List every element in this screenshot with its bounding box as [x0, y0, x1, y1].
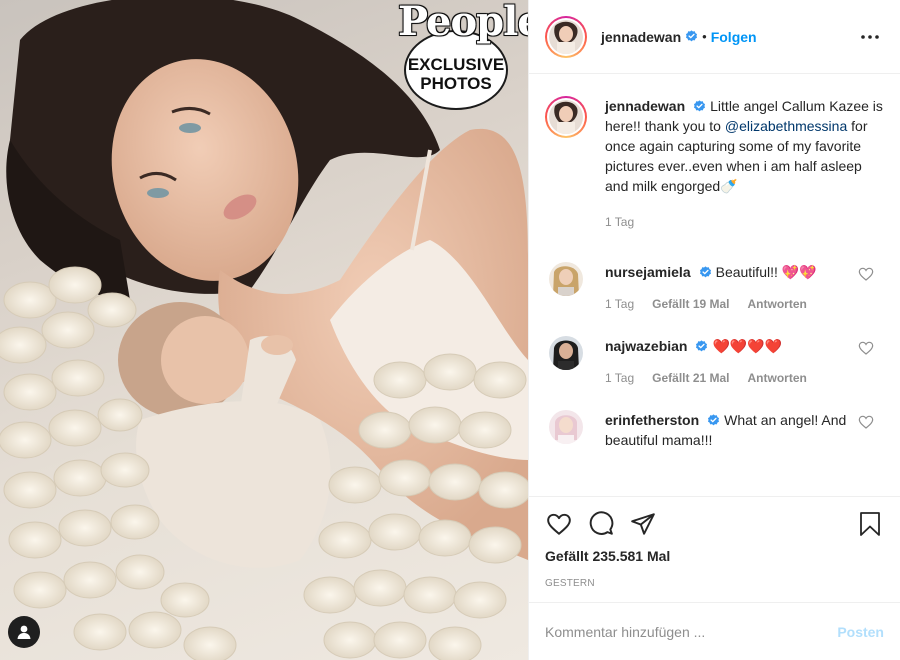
post-actions: Gefällt 235.581 Mal GESTERN — [529, 496, 900, 602]
verified-badge-icon — [686, 30, 698, 42]
reply-button[interactable]: Antworten — [748, 368, 807, 388]
more-options-icon — [861, 34, 879, 39]
comment-username[interactable]: erinfetherston — [605, 412, 699, 428]
comment-body: najwazebian ❤️❤️❤️❤️ 1 Tag Gefällt 21 Ma… — [605, 336, 884, 388]
caption-author-avatar[interactable] — [545, 96, 587, 138]
like-button[interactable] — [545, 510, 573, 538]
header-username[interactable]: jennadewan — [601, 29, 681, 45]
user-tag-icon — [17, 625, 31, 639]
commenter-avatar[interactable] — [549, 336, 583, 370]
people-logo: People — [398, 0, 528, 45]
post-timestamp[interactable]: GESTERN — [545, 578, 884, 589]
reply-button[interactable]: Antworten — [748, 294, 807, 314]
comment-likes[interactable]: Gefällt 21 Mal — [652, 368, 729, 388]
comment-item: najwazebian ❤️❤️❤️❤️ 1 Tag Gefällt 21 Ma… — [545, 336, 884, 388]
caption-avatar-image — [549, 100, 583, 134]
post-header: jennadewan • Folgen — [529, 0, 900, 74]
badge-line-1: EXCLUSIVE — [407, 55, 505, 74]
comment-input[interactable] — [545, 623, 838, 640]
commenter-avatar-image — [549, 410, 583, 444]
comment-like-heart-icon[interactable] — [858, 414, 874, 430]
comment-username[interactable]: najwazebian — [605, 338, 687, 354]
user-tag-button[interactable] — [8, 616, 40, 648]
share-icon — [631, 513, 655, 535]
verified-badge-icon — [708, 414, 720, 426]
comments-list[interactable]: jennadewan Little angel Callum Kazee is … — [529, 74, 900, 496]
post-caption: jennadewan Little angel Callum Kazee is … — [545, 96, 884, 232]
comment-time[interactable]: 1 Tag — [605, 294, 634, 314]
comment-item: erinfetherston What an angel! And beauti… — [545, 410, 884, 450]
comment-body: erinfetherston What an angel! And beauti… — [605, 410, 884, 450]
comment-username[interactable]: nursejamiela — [605, 264, 691, 280]
comment-button[interactable] — [587, 510, 615, 538]
instagram-post-modal: EXCLUSIVE PHOTOS People jennadewan • Fol… — [0, 0, 900, 660]
save-button[interactable] — [856, 510, 884, 538]
comment-like-heart-icon[interactable] — [858, 340, 874, 356]
caption-time[interactable]: 1 Tag — [605, 212, 634, 232]
like-count[interactable]: Gefällt 235.581 Mal — [545, 548, 884, 564]
comment-item: nursejamiela Beautiful!! 💖💖 1 Tag Gefäll… — [545, 262, 884, 314]
author-avatar[interactable] — [545, 15, 587, 58]
commenter-avatar-image — [549, 262, 583, 296]
badge-line-2: PHOTOS — [420, 74, 492, 93]
caption-body: jennadewan Little angel Callum Kazee is … — [605, 96, 884, 232]
verified-badge-icon — [699, 266, 711, 278]
heart-icon — [547, 513, 571, 535]
commenter-avatar[interactable] — [549, 262, 583, 296]
more-options-button[interactable] — [858, 25, 882, 49]
comment-like-heart-icon[interactable] — [858, 266, 874, 282]
comment-text: Beautiful!! — [715, 264, 782, 280]
bookmark-icon — [860, 512, 880, 536]
post-photo[interactable]: EXCLUSIVE PHOTOS People — [0, 0, 528, 660]
caption-username[interactable]: jennadewan — [605, 98, 685, 114]
post-comment-button[interactable]: Posten — [837, 624, 884, 640]
comment-composer: Posten — [529, 602, 900, 660]
verified-badge-icon — [694, 100, 706, 112]
comment-likes[interactable]: Gefällt 19 Mal — [652, 294, 729, 314]
author-avatar-image — [549, 19, 583, 54]
comment-icon — [589, 511, 614, 535]
people-exclusive-badge: EXCLUSIVE PHOTOS People — [396, 0, 528, 112]
post-side-panel: jennadewan • Folgen jennadewan Little an… — [528, 0, 900, 660]
commenter-avatar-image — [549, 336, 583, 370]
caption-mention-link[interactable]: @elizabethmessina — [725, 118, 847, 134]
comment-emoji: 💖💖 — [781, 264, 817, 280]
comment-time[interactable]: 1 Tag — [605, 368, 634, 388]
commenter-avatar[interactable] — [549, 410, 583, 444]
header-separator: • — [702, 29, 707, 44]
comment-emoji: ❤️❤️❤️❤️ — [712, 338, 783, 354]
comment-body: nursejamiela Beautiful!! 💖💖 1 Tag Gefäll… — [605, 262, 884, 314]
verified-badge-icon — [696, 340, 708, 352]
caption-emoji: 🍼 — [720, 178, 738, 194]
follow-button[interactable]: Folgen — [711, 29, 757, 45]
share-button[interactable] — [629, 510, 657, 538]
eye-left — [147, 188, 169, 198]
